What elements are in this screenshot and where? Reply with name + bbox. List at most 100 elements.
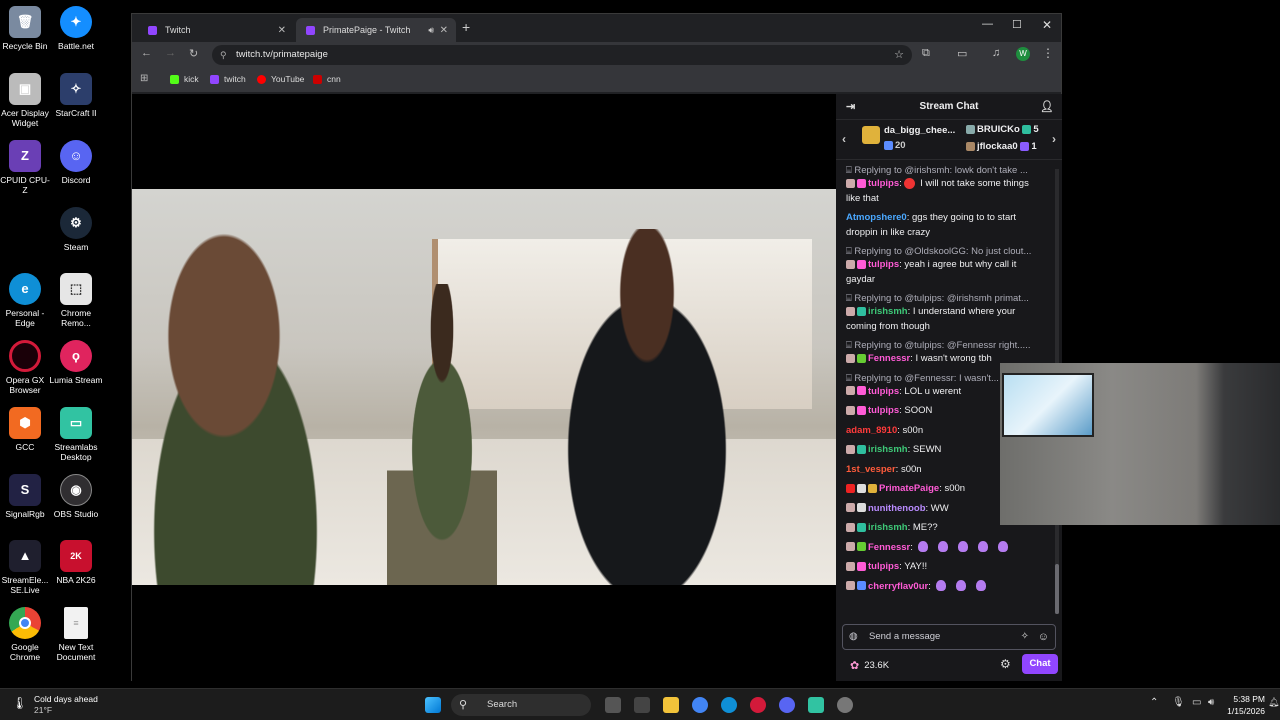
volume-icon[interactable]: 🔊︎ — [1208, 697, 1214, 708]
forward-icon[interactable]: → — [165, 47, 176, 59]
close-tab-icon[interactable]: ✕ — [440, 25, 448, 36]
network-icon[interactable]: ▭ — [1192, 697, 1201, 708]
bookmark-kick[interactable]: kick — [170, 74, 199, 84]
chat-username[interactable]: tulpips — [868, 386, 899, 397]
chat-username[interactable]: PrimatePaige — [879, 483, 939, 494]
desktop-icon-gcc[interactable]: ⬢ GCC — [0, 407, 52, 452]
desktop-icon-lumia[interactable]: ϙ Lumia Stream — [49, 340, 103, 385]
chat-username[interactable]: Atmopshere0 — [846, 212, 907, 223]
chat-username[interactable]: tulpips — [868, 259, 899, 270]
user-badge-icon[interactable]: ◍ — [849, 625, 858, 649]
chat-username[interactable]: Fennessr — [868, 353, 910, 364]
opera-taskbar-icon[interactable] — [750, 697, 766, 713]
close-window-icon[interactable]: ✕ — [1042, 18, 1052, 32]
chat-send-button[interactable]: Chat — [1022, 654, 1058, 674]
speaker-icon[interactable]: 🔊︎ — [428, 25, 434, 36]
bookmark-youtube[interactable]: YouTube — [257, 74, 304, 84]
chat-message[interactable]: ⌸ Replying to @OldskoolGG: No just clout… — [846, 245, 1044, 287]
streamlabs-taskbar-icon[interactable] — [808, 697, 824, 713]
chat-message[interactable]: Fennessr: — [846, 541, 1044, 556]
desktop-icon-opera-gx[interactable]: Opera GX Browser — [0, 340, 52, 395]
chat-input[interactable]: ◍ Send a message ✧ ☺ — [842, 624, 1056, 650]
desktop-icon-recycle-bin[interactable]: 🗑 Recycle Bin — [0, 6, 52, 51]
new-tab-icon[interactable]: + — [462, 19, 470, 35]
cast-icon[interactable]: ▭ — [957, 47, 967, 60]
chat-message[interactable]: ⌸ Replying to @irishsmh: lowk don't take… — [846, 164, 1044, 206]
desktop-icon-streamelements[interactable]: ▲ StreamEle... SE.Live — [0, 540, 52, 595]
chat-username[interactable]: 1st_vesper — [846, 464, 896, 475]
extensions-icon[interactable]: ⧉ — [922, 47, 930, 60]
maximize-icon[interactable]: ☐ — [1012, 18, 1022, 31]
chrome-taskbar-icon[interactable] — [692, 697, 708, 713]
chat-username[interactable]: Fennessr — [868, 542, 910, 553]
weather-widget[interactable]: 🌡 Cold days ahead 21°F — [12, 694, 98, 716]
microphone-icon[interactable]: 🎙︎ — [1172, 697, 1185, 708]
chat-message[interactable]: Atmopshere0: ggs they going to to start … — [846, 211, 1044, 240]
desktop-icon-new-text-document[interactable]: ≡ New Text Document — [49, 607, 103, 662]
chat-username[interactable]: nunithenoob — [868, 503, 926, 514]
settings-gear-icon[interactable]: ⚙ — [1000, 657, 1011, 671]
apps-grid-icon[interactable]: ⊞ — [140, 73, 148, 84]
chat-username[interactable]: adam_8910 — [846, 425, 897, 436]
desktop-icon-cpuz[interactable]: Z CPUID CPU-Z — [0, 140, 52, 195]
chat-message[interactable]: tulpips: YAY!! — [846, 560, 1044, 575]
scrollbar-thumb[interactable] — [1055, 564, 1059, 614]
prev-arrow-icon[interactable]: ‹ — [842, 132, 846, 146]
chat-username[interactable]: tulpips — [868, 178, 899, 189]
chat-username[interactable]: cherryflav0ur — [868, 581, 928, 592]
battle-net-icon: ✦ — [60, 6, 92, 38]
taskbar-search[interactable]: ⚲ Search — [451, 694, 591, 716]
desktop-icon-steam[interactable]: ⚙ Steam — [49, 207, 103, 252]
chat-username[interactable]: tulpips — [868, 405, 899, 416]
menu-kebab-icon[interactable]: ⋮ — [1042, 46, 1054, 60]
reload-icon[interactable]: ↻ — [189, 47, 198, 60]
task-view-icon[interactable] — [605, 697, 621, 713]
close-tab-icon[interactable]: ✕ — [278, 25, 286, 36]
chat-username[interactable]: tulpips — [868, 561, 899, 572]
tray-overflow-icon[interactable]: ⌃ — [1150, 697, 1158, 708]
url-field[interactable]: ⚲ twitch.tv/primatepaige ☆ — [212, 45, 912, 65]
desktop-icon-edge[interactable]: e Personal - Edge — [0, 273, 52, 328]
chat-username[interactable]: irishsmh — [868, 306, 908, 317]
desktop-icon-signalrgb[interactable]: S SignalRgb — [0, 474, 52, 519]
video-player[interactable] — [132, 94, 836, 681]
chat-message[interactable]: cherryflav0ur: — [846, 580, 1044, 595]
cheer-icon[interactable]: ✧ — [1021, 625, 1029, 649]
channel-points[interactable]: ✿ 23.6K — [850, 659, 889, 672]
bookmark-cnn[interactable]: cnn — [313, 74, 341, 84]
clock[interactable]: 5:38 PM 1/15/2026 — [1225, 693, 1265, 717]
bookmark-twitch[interactable]: twitch — [210, 74, 246, 84]
widgets-icon[interactable] — [634, 697, 650, 713]
collapse-chat-icon[interactable]: ⇥ — [846, 100, 855, 113]
media-controls-icon[interactable]: ♫ — [992, 47, 1000, 59]
windows-start-icon[interactable] — [425, 697, 441, 713]
discord-taskbar-icon[interactable] — [779, 697, 795, 713]
desktop-icon-acer-display[interactable]: ▣ Acer Display Widget — [0, 73, 52, 128]
tab-twitch[interactable]: Twitch ✕ — [138, 18, 294, 42]
emoji-picker-icon[interactable]: ☺ — [1038, 625, 1049, 649]
bookmark-star-icon[interactable]: ☆ — [894, 45, 904, 65]
desktop-icon-battle-net[interactable]: ✦ Battle.net — [49, 6, 103, 51]
chat-username[interactable]: irishsmh — [868, 522, 908, 533]
notification-bell-icon[interactable]: 🔔︎ — [1268, 697, 1279, 708]
desktop-icon-chrome-remote[interactable]: ⬚ Chrome Remo... — [49, 273, 103, 328]
next-arrow-icon[interactable]: › — [1052, 132, 1056, 146]
file-explorer-icon[interactable] — [663, 697, 679, 713]
desktop-icon-obs[interactable]: ◉ OBS Studio — [49, 474, 103, 519]
desktop-icon-discord[interactable]: ☺ Discord — [49, 140, 103, 185]
desktop-icon-google-chrome[interactable]: Google Chrome — [0, 607, 52, 662]
app-taskbar-icon[interactable] — [837, 697, 853, 713]
desktop-icon-starcraft[interactable]: ✧ StarCraft II — [49, 73, 103, 118]
back-icon[interactable]: ← — [141, 47, 152, 59]
chat-message[interactable]: ⌸ Replying to @tulpips: @irishsmh primat… — [846, 292, 1044, 334]
site-info-icon[interactable]: ⚲ — [220, 45, 227, 65]
profile-avatar[interactable]: W — [1016, 47, 1030, 61]
edge-taskbar-icon[interactable] — [721, 697, 737, 713]
tab-primatepaige[interactable]: PrimatePaige - Twitch 🔊︎ ✕ — [296, 18, 456, 42]
community-icon[interactable]: 👤︎ — [1040, 100, 1054, 113]
desktop-icon-streamlabs[interactable]: ▭ Streamlabs Desktop — [49, 407, 103, 462]
desktop-icon-nba2k26[interactable]: 2K NBA 2K26 — [49, 540, 103, 585]
desktop: 🗑 Recycle Bin ✦ Battle.net ▣ Acer Display W… — [0, 0, 1280, 688]
chat-username[interactable]: irishsmh — [868, 444, 908, 455]
minimize-icon[interactable]: — — [982, 18, 993, 30]
